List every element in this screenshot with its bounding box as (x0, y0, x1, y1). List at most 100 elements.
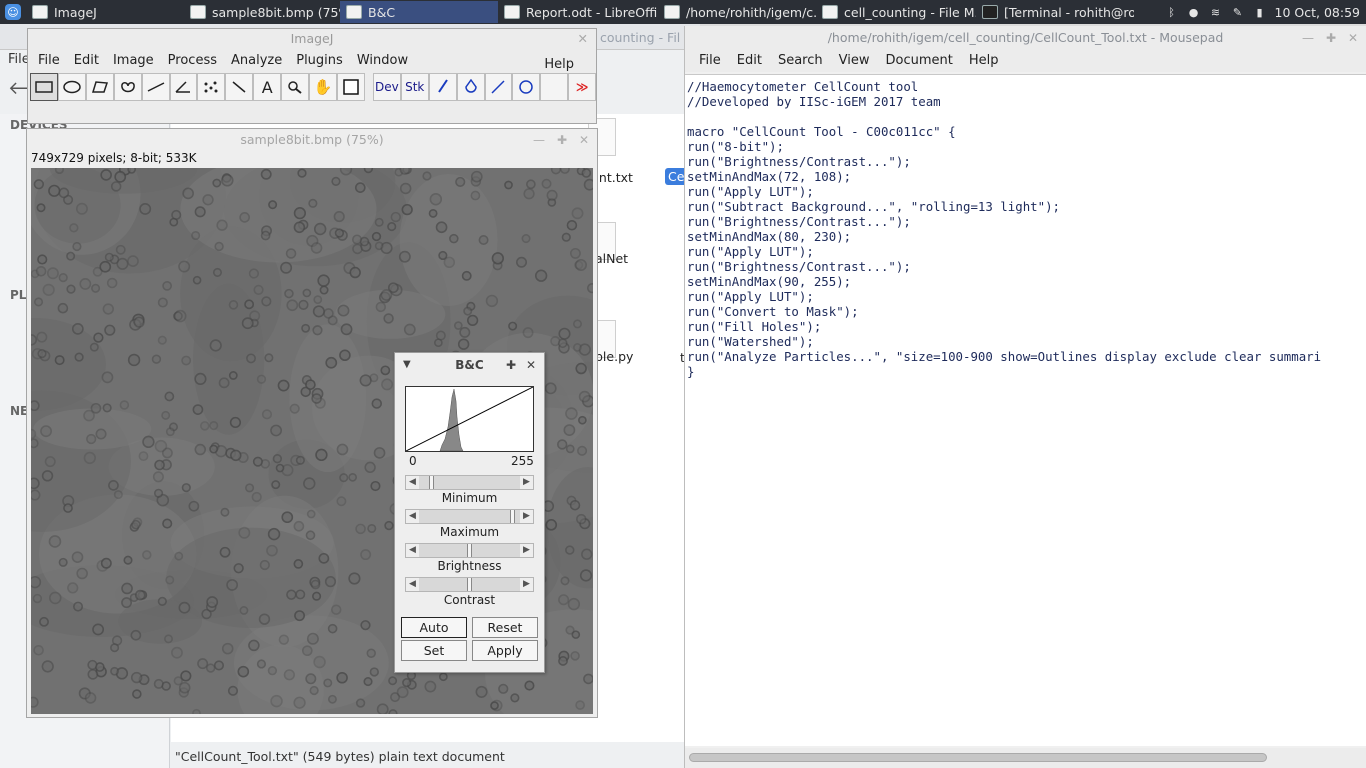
menu-analyze[interactable]: Analyze (227, 49, 292, 73)
slider-knob[interactable] (467, 544, 472, 557)
set-button[interactable]: Set (401, 640, 467, 661)
chevron-left-icon[interactable]: ◀ (406, 578, 419, 591)
task-report[interactable]: Report.odt - LibreOffi... (498, 1, 658, 23)
freehand-tool[interactable] (113, 73, 142, 101)
menu-help[interactable]: Help (540, 53, 584, 72)
close-icon[interactable]: ✕ (526, 353, 536, 377)
task-sample-image[interactable]: sample8bit.bmp (75%) (184, 1, 340, 23)
menu-edit[interactable]: Edit (70, 49, 109, 73)
file-item[interactable]: ple.py (595, 349, 633, 364)
minimum-label: Minimum (441, 491, 498, 505)
task-label: sample8bit.bmp (75%) (212, 4, 340, 20)
chevron-right-icon[interactable]: ▶ (520, 510, 533, 523)
chevron-right-icon[interactable]: ▶ (520, 578, 533, 591)
menu-process[interactable]: Process (164, 49, 227, 73)
close-icon[interactable]: ✕ (578, 29, 588, 49)
menu-window[interactable]: Window (353, 49, 418, 73)
stack-tool[interactable]: Stk (400, 73, 429, 101)
task-label: Report.odt - LibreOffi... (526, 4, 658, 20)
task-label: [Terminal - rohith@ro... (1004, 4, 1134, 20)
chevron-right-icon[interactable]: ▶ (520, 476, 533, 489)
cellcount-tool[interactable] (512, 73, 541, 101)
menu-search[interactable]: Search (770, 50, 831, 72)
imagej-menubar: File Edit Image Process Analyze Plugins … (28, 49, 596, 73)
task-bc[interactable]: B&C (340, 1, 498, 23)
arrow-tool[interactable] (484, 73, 513, 101)
weather-icon[interactable]: ● (1187, 5, 1201, 19)
maximize-icon[interactable]: ✚ (506, 353, 516, 377)
hand-tool[interactable]: ✋ (309, 73, 337, 101)
line-tool[interactable] (141, 73, 170, 101)
reset-button[interactable]: Reset (472, 617, 538, 638)
flood-fill-tool[interactable] (456, 73, 485, 101)
chevron-left-icon[interactable]: ◀ (406, 510, 419, 523)
slider-knob[interactable] (429, 476, 434, 489)
close-icon[interactable]: ✕ (579, 129, 589, 151)
scrollbar-thumb[interactable] (689, 753, 1267, 762)
notes-icon[interactable]: ✎ (1231, 5, 1245, 19)
slider-knob[interactable] (467, 578, 472, 591)
chevron-left-icon[interactable]: ◀ (406, 476, 419, 489)
brightness-slider[interactable]: ◀ ▶ (405, 543, 534, 558)
more-tools-button[interactable]: ≫ (568, 73, 597, 101)
contrast-label: Contrast (443, 593, 496, 607)
battery-icon[interactable]: ▮ (1253, 5, 1267, 19)
maximize-icon[interactable]: ✚ (1326, 26, 1336, 50)
oval-tool[interactable] (57, 73, 86, 101)
bc-titlebar: ▼ B&C ✚ ✕ (395, 353, 544, 377)
menu-plugins[interactable]: Plugins (292, 49, 353, 73)
image-info: 749x729 pixels; 8-bit; 533K (31, 151, 197, 165)
maximize-icon[interactable]: ✚ (557, 129, 567, 151)
color-picker-tool[interactable] (336, 73, 365, 101)
auto-button[interactable]: Auto (401, 617, 467, 638)
task-label: /home/rohith/igem/c... (686, 4, 816, 20)
app-menu-button[interactable]: ☺ (0, 0, 26, 24)
maximum-slider[interactable]: ◀ ▶ (405, 509, 534, 524)
task-imagej[interactable]: ImageJ (26, 1, 184, 23)
task-terminal[interactable]: [Terminal - rohith@ro... (976, 1, 1134, 23)
wand-tool[interactable] (225, 73, 254, 101)
task-file-manager[interactable]: cell_counting - File M... (816, 1, 976, 23)
bluetooth-icon[interactable]: ᛒ (1165, 5, 1179, 19)
minimum-slider[interactable]: ◀ ▶ (405, 475, 534, 490)
empty-tool-slot[interactable] (540, 73, 569, 101)
contrast-slider[interactable]: ◀ ▶ (405, 577, 534, 592)
menu-file[interactable]: File (691, 50, 729, 72)
menu-edit[interactable]: Edit (729, 50, 770, 72)
file-item[interactable]: alNet (595, 251, 628, 266)
menu-view[interactable]: View (831, 50, 878, 72)
back-arrow-icon[interactable]: 🡐 (8, 78, 56, 99)
angle-tool[interactable] (169, 73, 198, 101)
dev-tool[interactable]: Dev (372, 73, 401, 101)
window-title: B&C (455, 358, 484, 372)
menu-help[interactable]: Help (961, 50, 1007, 72)
brush-tool[interactable] (428, 73, 457, 101)
zoom-tool[interactable] (281, 73, 310, 101)
chevron-down-icon[interactable]: ▼ (403, 353, 411, 377)
task-label: ImageJ (54, 4, 97, 20)
menu-file[interactable]: File (34, 49, 70, 73)
slider-knob[interactable] (510, 510, 515, 523)
text-editor[interactable]: //Haemocytometer CellCount tool //Develo… (685, 74, 1366, 746)
rectangle-tool[interactable] (30, 73, 58, 101)
multipoint-tool[interactable] (197, 73, 226, 101)
chevron-left-icon[interactable]: ◀ (406, 544, 419, 557)
task-label: cell_counting - File M... (844, 4, 976, 20)
menu-document[interactable]: Document (877, 50, 960, 72)
chevron-right-icon[interactable]: ▶ (520, 544, 533, 557)
text-tool[interactable]: A (253, 73, 282, 101)
polygon-tool[interactable] (85, 73, 114, 101)
clock[interactable]: 10 Oct, 08:59 (1275, 5, 1360, 20)
terminal-icon (982, 5, 998, 19)
minimize-icon[interactable]: — (1302, 26, 1314, 50)
wifi-icon[interactable]: ≋ (1209, 5, 1223, 19)
task-label: B&C (368, 4, 396, 20)
close-icon[interactable]: ✕ (1348, 26, 1358, 50)
minimize-icon[interactable]: — (533, 129, 545, 151)
editor-content[interactable]: //Haemocytometer CellCount tool //Develo… (685, 75, 1366, 379)
menu-image[interactable]: Image (109, 49, 164, 73)
task-mousepad[interactable]: /home/rohith/igem/c... (658, 1, 816, 23)
wand-icon (232, 81, 246, 93)
apply-button[interactable]: Apply (472, 640, 538, 661)
horizontal-scrollbar[interactable] (685, 748, 1366, 768)
